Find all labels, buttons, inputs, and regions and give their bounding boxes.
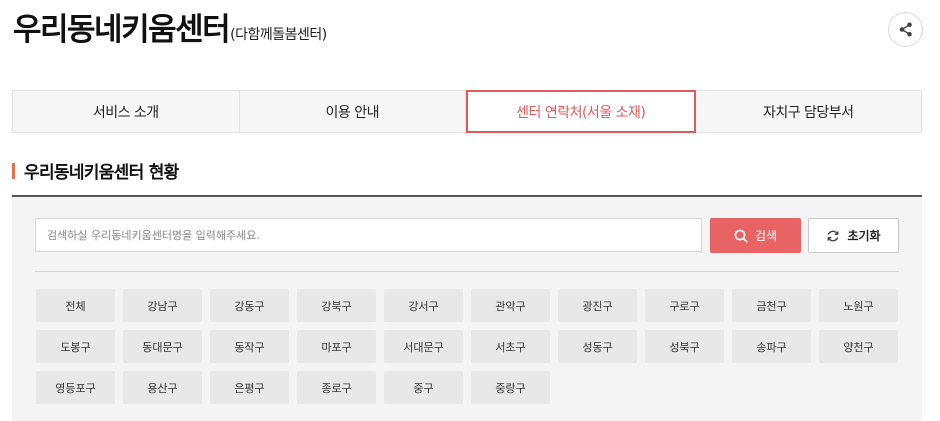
district-all[interactable]: 전체 [36, 289, 115, 322]
district-jungnang[interactable]: 중랑구 [471, 371, 550, 404]
search-panel: 검색 초기화 전체 강남구 강동구 강북구 강서구 관악구 광진구 구로구 금천… [12, 197, 922, 421]
district-mapo[interactable]: 마포구 [297, 330, 376, 363]
tab-service-intro[interactable]: 서비스 소개 [13, 91, 240, 132]
district-filter-list: 전체 강남구 강동구 강북구 강서구 관악구 광진구 구로구 금천구 노원구 도… [36, 289, 906, 404]
district-yangcheon[interactable]: 양천구 [819, 330, 898, 363]
district-seocho[interactable]: 서초구 [471, 330, 550, 363]
search-button[interactable]: 검색 [710, 218, 801, 253]
section-title: 우리동네키움센터 현황 [24, 163, 179, 183]
district-gwangjin[interactable]: 광진구 [558, 289, 637, 322]
district-dobong[interactable]: 도봉구 [36, 330, 115, 363]
district-gwanak[interactable]: 관악구 [471, 289, 550, 322]
share-icon [899, 22, 912, 37]
district-geumcheon[interactable]: 금천구 [732, 289, 811, 322]
tab-bar: 서비스 소개 이용 안내 센터 연락처(서울 소재) 자치구 담당부서 [12, 90, 922, 133]
tab-center-contacts[interactable]: 센터 연락처(서울 소재) [466, 90, 696, 133]
section-header: 우리동네키움센터 현황 [12, 158, 179, 183]
district-gangbuk[interactable]: 강북구 [297, 289, 376, 322]
district-yongsan[interactable]: 용산구 [123, 371, 202, 404]
search-input[interactable] [35, 218, 702, 252]
district-seongbuk[interactable]: 성북구 [645, 330, 724, 363]
search-button-label: 검색 [754, 229, 778, 243]
district-nowon[interactable]: 노원구 [819, 289, 898, 322]
reset-button-label: 초기화 [847, 229, 881, 243]
page-title-sub: (다함께돌봄센터) [230, 27, 327, 43]
tab-usage-guide[interactable]: 이용 안내 [240, 91, 466, 132]
search-icon [734, 229, 748, 243]
district-dongjak[interactable]: 동작구 [210, 330, 289, 363]
page-title-main: 우리동네키움센터 [13, 12, 231, 48]
reset-button[interactable]: 초기화 [808, 218, 899, 253]
page-title: 우리동네키움센터 (다함께돌봄센터) [13, 10, 327, 50]
district-songpa[interactable]: 송파구 [732, 330, 811, 363]
tab-district-department[interactable]: 자치구 담당부서 [696, 91, 922, 132]
panel-divider [35, 271, 899, 272]
share-button[interactable] [888, 12, 923, 47]
district-yeongdeungpo[interactable]: 영등포구 [36, 371, 115, 404]
district-jung[interactable]: 중구 [384, 371, 463, 404]
district-guro[interactable]: 구로구 [645, 289, 724, 322]
district-gangseo[interactable]: 강서구 [384, 289, 463, 322]
district-gangnam[interactable]: 강남구 [123, 289, 202, 322]
district-seongdong[interactable]: 성동구 [558, 330, 637, 363]
refresh-icon [827, 230, 840, 241]
district-jongno[interactable]: 종로구 [297, 371, 376, 404]
district-seodaemun[interactable]: 서대문구 [384, 330, 463, 363]
district-eunpyeong[interactable]: 은평구 [210, 371, 289, 404]
district-dongdaemun[interactable]: 동대문구 [123, 330, 202, 363]
section-marker [12, 162, 15, 179]
district-gangdong[interactable]: 강동구 [210, 289, 289, 322]
